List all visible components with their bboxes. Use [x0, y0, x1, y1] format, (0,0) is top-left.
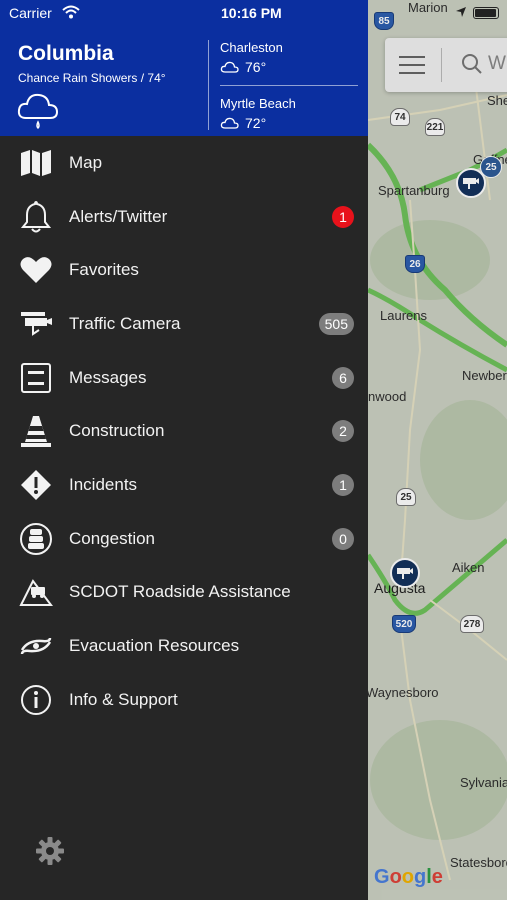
partly-cloudy-icon: [220, 61, 239, 73]
weather-temp-charleston: 76°: [220, 59, 266, 75]
roadside-truck-icon: [18, 574, 54, 610]
wifi-icon: [62, 5, 80, 19]
rain-cloud-icon: [17, 93, 59, 130]
heart-icon: [18, 252, 54, 288]
menu-label: SCDOT Roadside Assistance: [69, 582, 291, 602]
menu-item-evacuation[interactable]: Evacuation Resources: [0, 619, 368, 673]
weather-city: Columbia: [18, 42, 114, 65]
count-badge: 6: [332, 366, 354, 389]
cone-icon: [18, 413, 54, 449]
count-badge: 1: [332, 473, 354, 496]
count-badge: 505: [318, 312, 354, 335]
divider: [220, 85, 358, 86]
location-arrow-icon: [456, 7, 466, 17]
status-bar: Carrier 10:16 PM: [0, 0, 368, 28]
drawer-menu: Map Alerts/Twitter 1 Favorites Traffic C…: [0, 136, 368, 727]
temp-value: 76°: [245, 59, 267, 75]
partly-cloudy-icon: [220, 117, 239, 129]
menu-item-roadside-assistance[interactable]: SCDOT Roadside Assistance: [0, 566, 368, 620]
divider: [208, 40, 209, 130]
menu-item-messages[interactable]: Messages 6: [0, 351, 368, 405]
side-drawer: Carrier 10:16 PM Columbia Chance Rain Sh…: [0, 0, 368, 900]
weather-city-myrtle-beach: Myrtle Beach: [220, 96, 296, 111]
info-icon: [18, 682, 54, 718]
gear-icon[interactable]: [35, 836, 65, 866]
alert-count-badge: 1: [332, 205, 354, 228]
menu-label: Info & Support: [69, 689, 178, 709]
count-badge: 2: [332, 420, 354, 443]
carrier-label: Carrier: [9, 5, 52, 21]
menu-label: Traffic Camera: [69, 313, 181, 333]
battery-icon: [473, 7, 499, 19]
menu-item-incidents[interactable]: Incidents 1: [0, 458, 368, 512]
map-icon: [18, 145, 54, 181]
menu-item-alerts[interactable]: Alerts/Twitter 1: [0, 190, 368, 244]
bell-icon: [18, 199, 54, 235]
menu-label: Alerts/Twitter: [69, 206, 168, 226]
status-time: 10:16 PM: [221, 5, 282, 21]
menu-label: Evacuation Resources: [69, 636, 240, 656]
menu-item-favorites[interactable]: Favorites: [0, 243, 368, 297]
menu-item-info-support[interactable]: Info & Support: [0, 673, 368, 727]
weather-temp-myrtle-beach: 72°: [220, 115, 266, 131]
camera-icon: [18, 306, 54, 342]
temp-value: 72°: [245, 115, 267, 131]
menu-label: Construction: [69, 421, 165, 441]
traffic-jam-icon: [18, 521, 54, 557]
menu-item-construction[interactable]: Construction 2: [0, 404, 368, 458]
hurricane-icon: [18, 628, 54, 664]
menu-label: Incidents: [69, 474, 138, 494]
count-badge: 0: [332, 527, 354, 550]
weather-condition: Chance Rain Showers / 74°: [18, 71, 166, 85]
menu-item-traffic-camera[interactable]: Traffic Camera 505: [0, 297, 368, 351]
weather-header[interactable]: Carrier 10:16 PM Columbia Chance Rain Sh…: [0, 0, 368, 136]
menu-item-map[interactable]: Map: [0, 136, 368, 190]
menu-item-congestion[interactable]: Congestion 0: [0, 512, 368, 566]
message-sign-icon: [18, 360, 54, 396]
menu-label: Map: [69, 152, 103, 172]
menu-label: Favorites: [69, 260, 139, 280]
menu-label: Congestion: [69, 528, 156, 548]
menu-label: Messages: [69, 367, 147, 387]
weather-city-charleston: Charleston: [220, 40, 283, 55]
warning-diamond-icon: [18, 467, 54, 503]
status-right: [455, 5, 499, 23]
